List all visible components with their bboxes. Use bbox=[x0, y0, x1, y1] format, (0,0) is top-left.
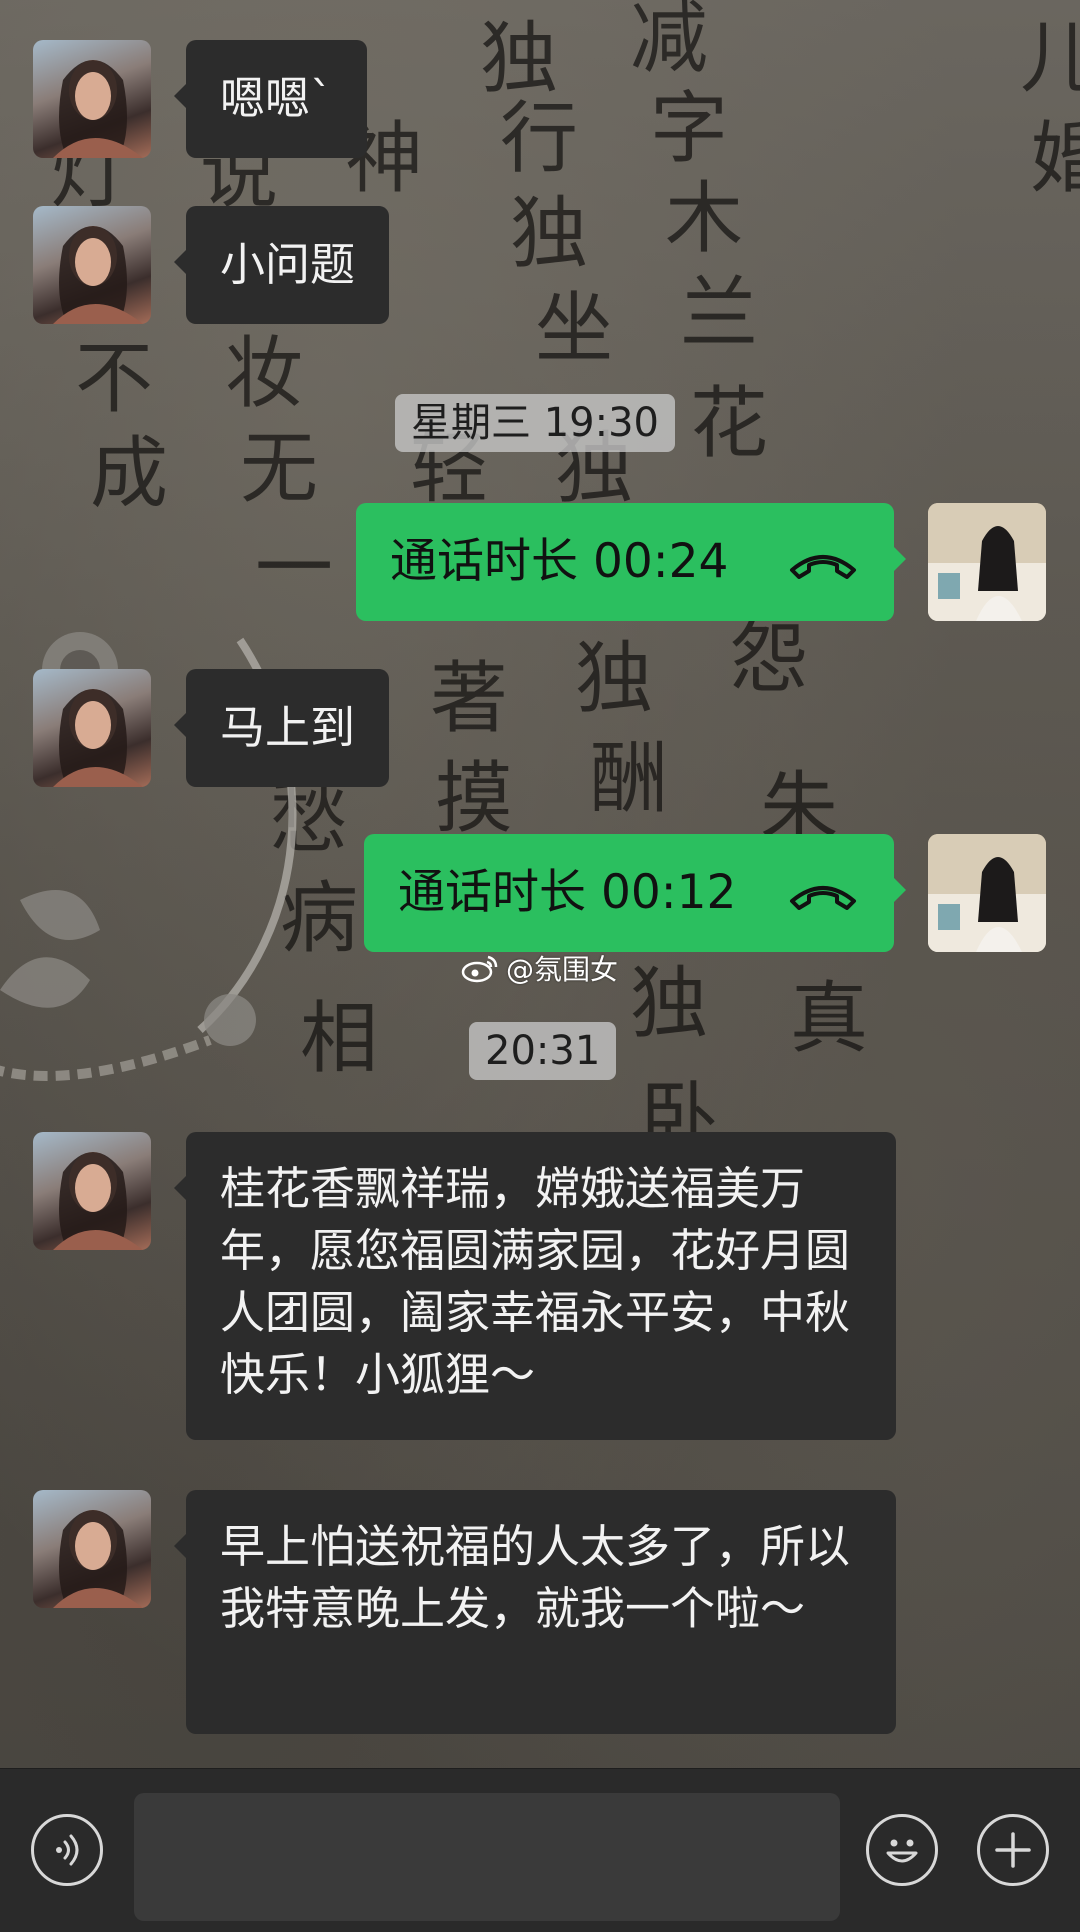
message-bubble[interactable]: 早上怕送祝福的人太多了，所以我特意晚上发，就我一个啦～ bbox=[174, 1490, 896, 1734]
contact-avatar[interactable] bbox=[33, 1490, 151, 1608]
contact-avatar[interactable] bbox=[33, 669, 151, 787]
chat-message-list[interactable]: 嗯嗯` 小问题 星期三 19:30 通话时长 00:24 马上到 通话时长 00… bbox=[0, 0, 1080, 1768]
call-record-bubble[interactable]: 通话时长 00:12 bbox=[364, 834, 906, 952]
contact-avatar[interactable] bbox=[33, 1132, 151, 1250]
message-bubble[interactable]: 小问题 bbox=[173, 206, 390, 324]
emoji-icon bbox=[886, 1839, 918, 1863]
contact-avatar[interactable] bbox=[33, 40, 151, 158]
message-bubble[interactable]: 马上到 bbox=[173, 669, 390, 787]
my-avatar[interactable] bbox=[928, 503, 1046, 621]
message-bubble[interactable]: 桂花香飘祥瑞，嫦娥送福美万年，愿您福圆满家园，花好月圆人团圆，阖家幸福永平安，中… bbox=[174, 1132, 896, 1440]
contact-avatar[interactable] bbox=[33, 206, 151, 324]
message-text: 嗯嗯` bbox=[220, 72, 333, 125]
watermark-text: @氛围女 bbox=[506, 953, 619, 986]
voice-input-button[interactable] bbox=[31, 1814, 103, 1886]
phone-hangup-icon bbox=[790, 886, 856, 910]
voice-icon bbox=[56, 1834, 79, 1866]
call-duration-text: 通话时长 00:24 bbox=[390, 534, 729, 589]
timestamp-label: 星期三 19:30 bbox=[395, 394, 675, 452]
phone-hangup-icon bbox=[790, 555, 856, 579]
message-text: 桂花香飘祥瑞，嫦娥送福美万年，愿您福圆满家园，花好月圆人团圆，阖家幸福永平安，中… bbox=[220, 1162, 851, 1401]
weibo-icon bbox=[461, 955, 498, 983]
chat-input-bar bbox=[0, 1768, 1080, 1932]
weibo-watermark: @氛围女 bbox=[460, 948, 618, 988]
message-text: 马上到 bbox=[220, 701, 356, 754]
call-record-bubble[interactable]: 通话时长 00:24 bbox=[356, 503, 906, 621]
call-duration-text: 通话时长 00:12 bbox=[398, 865, 737, 920]
my-avatar[interactable] bbox=[928, 834, 1046, 952]
timestamp-label: 20:31 bbox=[469, 1022, 617, 1080]
emoji-button[interactable] bbox=[866, 1814, 938, 1886]
plus-icon bbox=[995, 1832, 1031, 1868]
message-bubble[interactable]: 嗯嗯` bbox=[174, 40, 367, 158]
message-input[interactable] bbox=[134, 1793, 840, 1921]
message-text: 早上怕送祝福的人太多了，所以我特意晚上发，就我一个啦～ bbox=[220, 1520, 851, 1635]
message-text: 小问题 bbox=[220, 238, 356, 291]
more-options-button[interactable] bbox=[977, 1814, 1049, 1886]
